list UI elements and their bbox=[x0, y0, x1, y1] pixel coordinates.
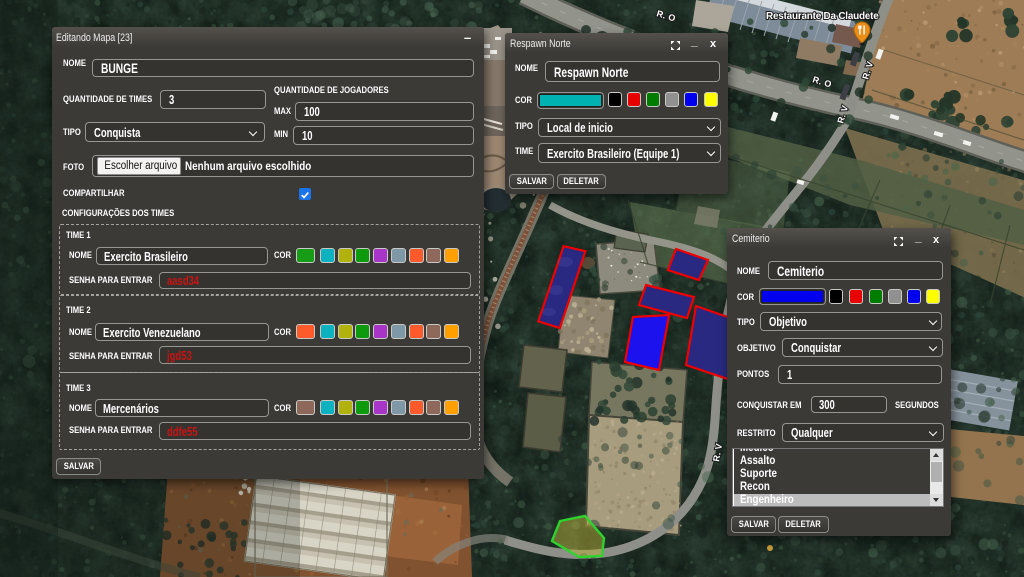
svg-text:Restaurante Da Claudete: Restaurante Da Claudete bbox=[766, 11, 879, 22]
